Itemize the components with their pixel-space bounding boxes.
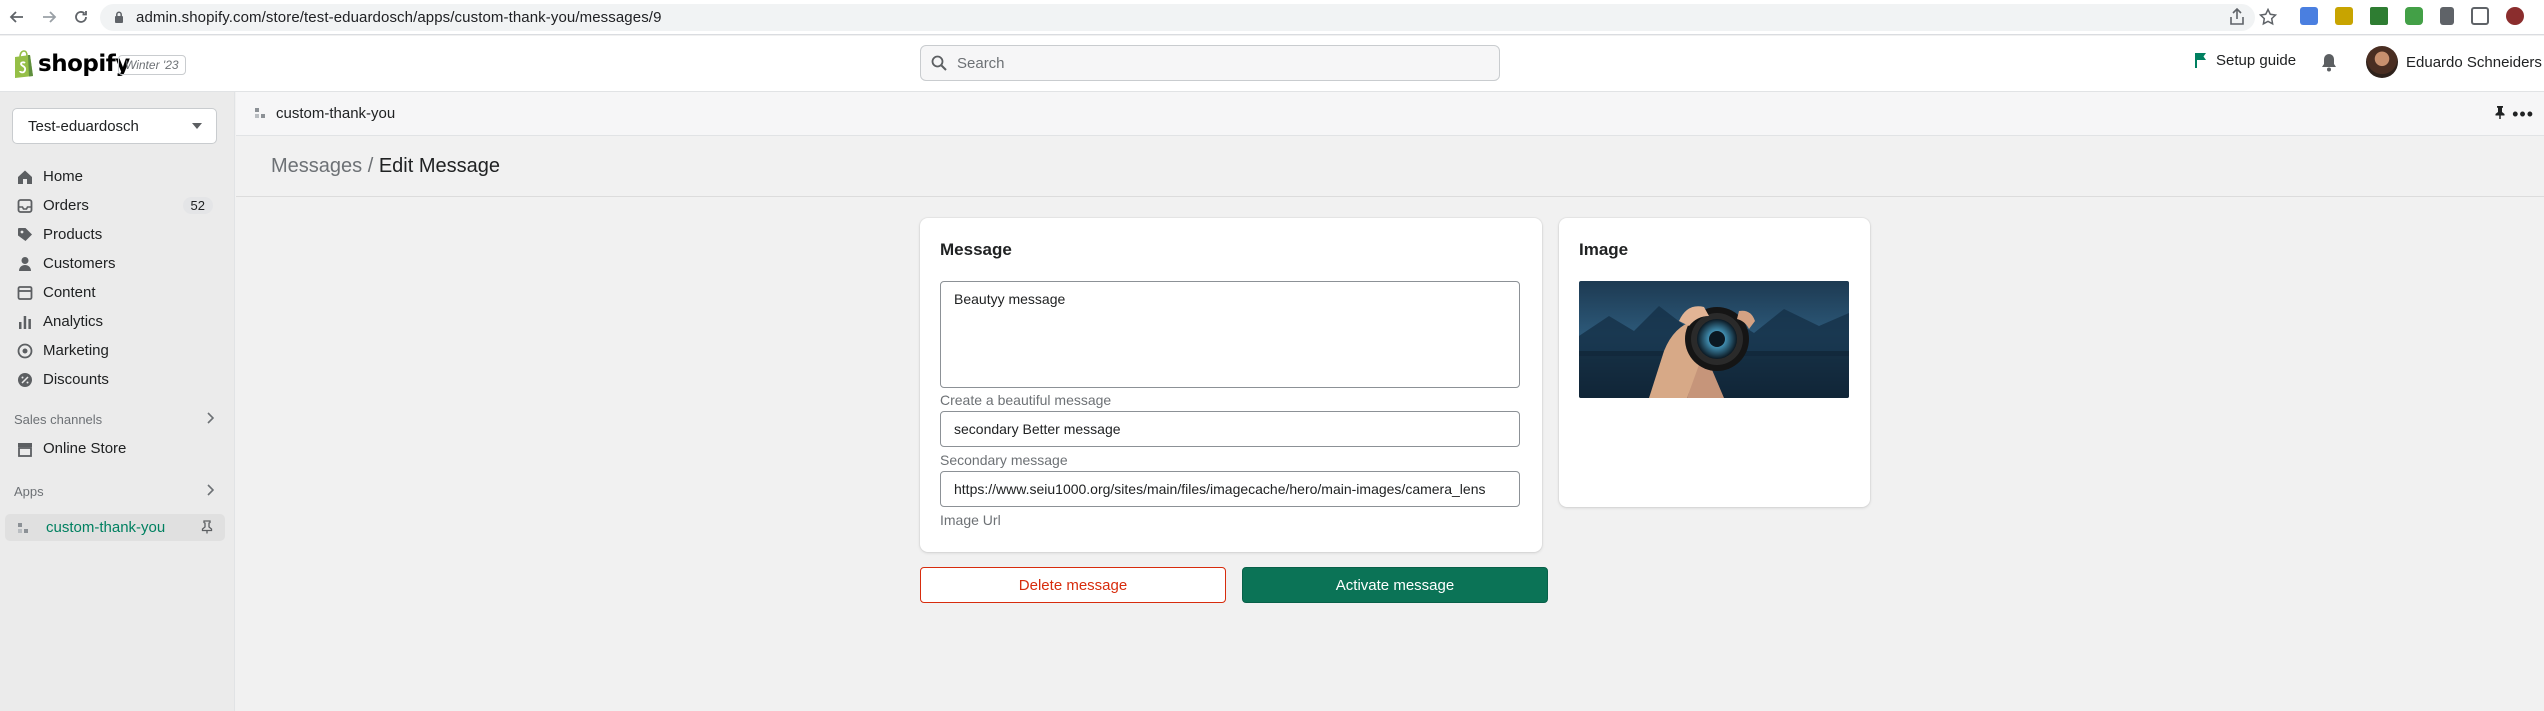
image-card: Image <box>1559 218 1870 507</box>
page-title: Edit Message <box>378 155 500 177</box>
delete-message-button[interactable]: Delete message <box>920 567 1226 603</box>
home-icon <box>16 168 33 185</box>
back-icon[interactable] <box>6 6 28 28</box>
lock-icon <box>114 11 124 24</box>
discount-icon <box>16 371 33 388</box>
chevron-down-icon <box>192 123 202 129</box>
message-textarea[interactable]: Beautyy message <box>940 281 1520 388</box>
extension-shopify-icon[interactable] <box>2405 7 2423 25</box>
puzzle-extension-icon[interactable] <box>2440 7 2454 25</box>
side-panel-icon[interactable] <box>2471 7 2489 25</box>
sidebar-item-label: Orders <box>43 197 89 214</box>
user-name: Eduardo Schneiders <box>2406 53 2542 71</box>
app-page: Messages / Edit Message Message Beautyy … <box>236 137 2544 711</box>
orders-count-badge: 52 <box>182 197 213 214</box>
sales-channels-title: Sales channels <box>14 412 103 427</box>
search-input[interactable]: Search <box>920 45 1500 81</box>
address-bar[interactable]: admin.shopify.com/store/test-eduardosch/… <box>100 4 2255 31</box>
activate-message-button[interactable]: Activate message <box>1242 567 1548 603</box>
target-icon <box>16 342 33 359</box>
apps-header[interactable]: Apps <box>14 484 214 499</box>
message-help-text: Create a beautiful message <box>940 392 1112 408</box>
person-icon <box>16 255 33 272</box>
store-icon <box>16 440 33 457</box>
image-url-help-text: Image Url <box>940 512 1001 528</box>
image-url-input[interactable]: https://www.seiu1000.org/sites/main/file… <box>940 471 1520 507</box>
extension-yellow-icon[interactable] <box>2335 7 2353 25</box>
orders-icon <box>16 197 33 214</box>
message-card: Message Beautyy message Create a beautif… <box>920 218 1542 552</box>
url-text: admin.shopify.com/store/test-eduardosch/… <box>136 9 662 26</box>
secondary-message-input[interactable]: secondary Better message <box>940 411 1520 447</box>
sidebar-item-label: custom-thank-you <box>46 519 166 536</box>
extension-green-flag-icon[interactable] <box>2370 7 2388 25</box>
sidebar-item-marketing[interactable]: Marketing <box>0 336 235 365</box>
app-title-bar: custom-thank-you ••• <box>236 92 2544 136</box>
breadcrumb: Messages / Edit Message <box>271 155 500 178</box>
sidebar-item-analytics[interactable]: Analytics <box>0 307 235 336</box>
chevron-right-icon <box>206 412 214 424</box>
browser-toolbar: admin.shopify.com/store/test-eduardosch/… <box>0 0 2544 35</box>
sidebar-item-online-store[interactable]: Online Store <box>0 434 235 463</box>
more-actions-icon[interactable]: ••• <box>2512 104 2534 125</box>
pin-icon[interactable] <box>201 520 213 534</box>
sidebar-item-label: Content <box>43 284 96 301</box>
secondary-message-help-text: Secondary message <box>940 452 1068 468</box>
sidebar-item-label: Customers <box>43 255 116 272</box>
app-icon <box>254 107 266 119</box>
app-name: custom-thank-you <box>276 105 396 122</box>
share-icon[interactable] <box>2229 8 2245 26</box>
store-selector[interactable]: Test-eduardosch <box>12 108 217 144</box>
search-icon <box>931 55 947 71</box>
app-icon <box>17 522 29 534</box>
sidebar-item-label: Analytics <box>43 313 104 330</box>
sidebar-item-content[interactable]: Content <box>0 278 235 307</box>
message-card-title: Message <box>940 240 1012 259</box>
setup-guide-button[interactable]: Setup guide <box>2194 52 2296 69</box>
chevron-right-icon <box>206 484 214 496</box>
shopify-bag-icon <box>15 50 33 78</box>
breadcrumb-messages-link[interactable]: Messages <box>271 155 362 177</box>
reload-icon[interactable] <box>70 6 92 28</box>
shopify-wordmark: shopify <box>38 51 130 77</box>
search-placeholder: Search <box>957 54 1005 72</box>
pin-icon[interactable] <box>2494 105 2506 120</box>
main-nav: Home Orders 52 Products Customers Conten… <box>0 162 235 394</box>
apps-title: Apps <box>14 484 44 499</box>
sidebar-item-label: Online Store <box>43 440 127 457</box>
sidebar-item-label: Discounts <box>43 371 109 388</box>
star-icon[interactable] <box>2259 8 2277 26</box>
sidebar-item-custom-thank-you[interactable]: custom-thank-you <box>5 514 225 541</box>
setup-guide-label: Setup guide <box>2216 52 2297 69</box>
page-header: Messages / Edit Message <box>236 137 2544 197</box>
store-name: Test-eduardosch <box>28 117 139 135</box>
sidebar-item-orders[interactable]: Orders 52 <box>0 191 235 220</box>
translate-extension-icon[interactable] <box>2300 7 2318 25</box>
edition-badge[interactable]: Winter '23 <box>118 55 186 75</box>
image-card-title: Image <box>1579 240 1629 259</box>
flag-icon <box>2195 53 2206 68</box>
sidebar: Test-eduardosch Home Orders 52 Products … <box>0 92 235 711</box>
bar-chart-icon <box>16 313 33 330</box>
admin-topbar: shopify Winter '23 Search Setup guide Ed… <box>0 36 2544 92</box>
sidebar-item-home[interactable]: Home <box>0 162 235 191</box>
sidebar-item-customers[interactable]: Customers <box>0 249 235 278</box>
sidebar-item-products[interactable]: Products <box>0 220 235 249</box>
sidebar-item-discounts[interactable]: Discounts <box>0 365 235 394</box>
breadcrumb-separator: / <box>362 155 379 177</box>
forward-icon[interactable] <box>38 6 60 28</box>
content-icon <box>16 284 33 301</box>
sidebar-item-label: Marketing <box>43 342 109 359</box>
user-menu[interactable]: Eduardo Schneiders <box>2366 46 2542 78</box>
avatar <box>2366 46 2398 78</box>
shopify-logo[interactable]: shopify <box>12 50 130 78</box>
bell-icon[interactable] <box>2320 52 2338 72</box>
tag-icon <box>16 226 33 243</box>
profile-icon[interactable] <box>2506 7 2524 25</box>
sales-channels-header[interactable]: Sales channels <box>14 412 214 427</box>
sidebar-item-label: Home <box>43 168 84 185</box>
sidebar-item-label: Products <box>43 226 103 243</box>
camera-lens-image <box>1579 281 1849 398</box>
